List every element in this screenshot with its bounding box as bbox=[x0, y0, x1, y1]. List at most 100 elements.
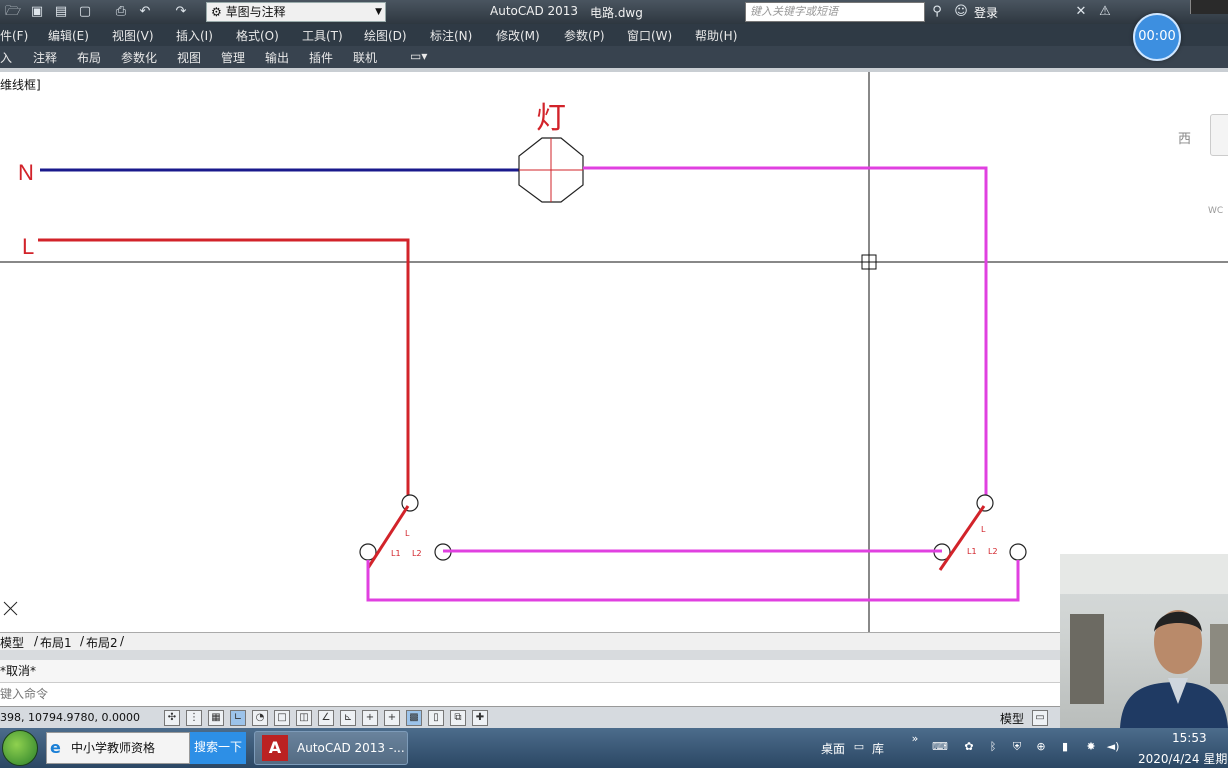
annotation-monitor-icon[interactable]: ✚ bbox=[472, 710, 488, 726]
toolbar-expand-icon[interactable]: » bbox=[908, 732, 922, 746]
right-switch-blade[interactable] bbox=[938, 505, 986, 571]
menu-dimension[interactable]: 标注(N) bbox=[430, 27, 472, 44]
ortho-icon[interactable]: ∟ bbox=[230, 710, 246, 726]
open-icon[interactable]: 🗁 bbox=[4, 3, 22, 21]
left-switch-common-label: L bbox=[405, 529, 410, 538]
start-button[interactable] bbox=[2, 730, 38, 766]
search-button[interactable]: 搜索一下 bbox=[190, 732, 246, 764]
live-wire[interactable] bbox=[38, 238, 410, 495]
undo-icon[interactable]: ↶ bbox=[136, 3, 154, 21]
menu-help[interactable]: 帮助(H) bbox=[695, 27, 737, 44]
menu-modify[interactable]: 修改(M) bbox=[496, 27, 540, 44]
tab-plugins[interactable]: 插件 bbox=[309, 49, 333, 66]
menu-window[interactable]: 窗口(W) bbox=[627, 27, 672, 44]
workspace-dropdown[interactable]: ⚙ 草图与注释 ▼ bbox=[206, 2, 386, 22]
tab-layout1-slash: / bbox=[34, 634, 39, 648]
infer-constraints-icon[interactable]: ✣ bbox=[164, 710, 180, 726]
help-search-input[interactable]: 键入关键字或短语 bbox=[745, 2, 925, 22]
polar-icon[interactable]: ◔ bbox=[252, 710, 268, 726]
autocad-window: { "titlebar": { "workspace": "草图与注释", "a… bbox=[0, 0, 1228, 768]
osnap-icon[interactable]: □ bbox=[274, 710, 290, 726]
viewcube-west-label[interactable]: 西 bbox=[1178, 128, 1191, 147]
menu-bar: 件(F) 编辑(E) 视图(V) 插入(I) 格式(O) 工具(T) 绘图(D)… bbox=[0, 24, 1228, 46]
clock-date[interactable]: 2020/4/24 星期 bbox=[1138, 750, 1227, 767]
ribbon-toggle-icon[interactable]: ▭▾ bbox=[410, 49, 427, 63]
browser-tab[interactable]: 中小学教师资格 bbox=[46, 732, 190, 764]
menu-view[interactable]: 视图(V) bbox=[112, 27, 154, 44]
model-space-toggle[interactable]: 模型 bbox=[1000, 710, 1024, 727]
redo-icon[interactable]: ↷ bbox=[172, 3, 190, 21]
desktop-toolbar[interactable]: 桌面 bbox=[821, 740, 845, 757]
menu-edit[interactable]: 编辑(E) bbox=[48, 27, 89, 44]
library-toolbar[interactable]: 库 bbox=[872, 740, 884, 757]
quick-properties-icon[interactable]: ▯ bbox=[428, 710, 444, 726]
window-controls[interactable] bbox=[1190, 0, 1228, 14]
ie-icon: e bbox=[50, 738, 61, 757]
exchange-icon[interactable]: ✕ bbox=[1072, 3, 1090, 21]
network-icon[interactable]: ✸ bbox=[1084, 740, 1098, 754]
autodesk-icon[interactable]: ⚠ bbox=[1096, 3, 1114, 21]
save-icon[interactable]: ▣ bbox=[28, 3, 46, 21]
lineweight-icon[interactable]: + bbox=[384, 710, 400, 726]
flower-icon[interactable]: ✿ bbox=[962, 740, 976, 754]
chevron-down-icon: ▼ bbox=[375, 7, 382, 17]
menu-tools[interactable]: 工具(T) bbox=[302, 27, 343, 44]
right-switch-l2-terminal[interactable] bbox=[1009, 543, 1027, 561]
volume-icon[interactable]: ◄) bbox=[1106, 740, 1120, 754]
menu-parametric[interactable]: 参数(P) bbox=[564, 27, 605, 44]
lamp-to-right-switch-wire[interactable] bbox=[583, 166, 988, 495]
command-splitter[interactable] bbox=[0, 650, 1060, 660]
selection-cycling-icon[interactable]: ⧉ bbox=[450, 710, 466, 726]
transparency-icon[interactable]: ▩ bbox=[406, 710, 422, 726]
coordinate-readout[interactable]: 398, 10794.9780, 0.0000 bbox=[0, 711, 140, 724]
shield-icon[interactable]: ⛨ bbox=[1010, 740, 1024, 754]
layout-quickview-icon[interactable]: ▭ bbox=[1032, 710, 1048, 726]
left-switch-blade[interactable] bbox=[366, 505, 410, 569]
clock-time[interactable]: 15:53 bbox=[1172, 731, 1207, 745]
binoculars-icon[interactable]: ⚲ bbox=[928, 3, 946, 21]
right-switch-common-terminal[interactable] bbox=[976, 494, 994, 512]
tab-parametric[interactable]: 参数化 bbox=[121, 49, 157, 66]
traveler-wire-lower[interactable] bbox=[366, 560, 1020, 602]
dyn-icon[interactable]: + bbox=[362, 710, 378, 726]
bluetooth-icon[interactable]: ᛒ bbox=[986, 740, 1000, 754]
tab-insert[interactable]: 入 bbox=[0, 49, 12, 66]
tab-layout1[interactable]: 布局1 bbox=[40, 634, 72, 651]
command-input[interactable]: 键入命令 bbox=[0, 682, 1060, 704]
menu-format[interactable]: 格式(O) bbox=[236, 27, 279, 44]
tab-view[interactable]: 视图 bbox=[177, 49, 201, 66]
save-as-icon[interactable]: ▤ bbox=[52, 3, 70, 21]
grid-icon[interactable]: ▦ bbox=[208, 710, 224, 726]
presenter-webcam bbox=[1060, 554, 1228, 728]
tab-model[interactable]: 模型 bbox=[0, 634, 24, 651]
3d-osnap-icon[interactable]: ◫ bbox=[296, 710, 312, 726]
menu-file[interactable]: 件(F) bbox=[0, 27, 28, 44]
workspace-gear-icon: ⚙ bbox=[211, 5, 222, 19]
otrack-icon[interactable]: ∠ bbox=[318, 710, 334, 726]
wcs-menu[interactable]: WC bbox=[1208, 206, 1223, 216]
ribbon-tabs: 入 注释 布局 参数化 视图 管理 输出 插件 联机 ▭▾ bbox=[0, 46, 1228, 68]
left-switch-common-terminal[interactable] bbox=[401, 494, 419, 512]
viewcube[interactable] bbox=[1210, 114, 1228, 156]
viewport-label[interactable]: 维线框] bbox=[0, 76, 41, 93]
tab-layout[interactable]: 布局 bbox=[77, 49, 101, 66]
keyboard-icon[interactable]: ⌨ bbox=[932, 740, 948, 754]
plus-icon[interactable]: ⊕ bbox=[1034, 740, 1048, 754]
tab-output[interactable]: 输出 bbox=[265, 49, 289, 66]
menu-draw[interactable]: 绘图(D) bbox=[364, 27, 407, 44]
menu-insert[interactable]: 插入(I) bbox=[176, 27, 213, 44]
tab-annotate[interactable]: 注释 bbox=[33, 49, 57, 66]
snap-icon[interactable]: ⋮ bbox=[186, 710, 202, 726]
login-link[interactable]: 登录 bbox=[974, 4, 998, 21]
tab-online[interactable]: 联机 bbox=[353, 49, 377, 66]
tab-manage[interactable]: 管理 bbox=[221, 49, 245, 66]
print-icon[interactable]: ⎙ bbox=[112, 3, 130, 21]
drawing-canvas[interactable]: 灯 N L L L1 L2 L L1 L2 bbox=[0, 72, 1228, 632]
device-icon[interactable]: ▮ bbox=[1058, 740, 1072, 754]
ducs-icon[interactable]: ⊾ bbox=[340, 710, 356, 726]
tab-layout2[interactable]: 布局2 bbox=[86, 634, 118, 651]
plot-preview-icon[interactable]: ▢ bbox=[76, 3, 94, 21]
recording-timer[interactable]: 00:00 bbox=[1133, 13, 1181, 61]
live-label: L bbox=[22, 234, 34, 259]
user-icon: ☺ bbox=[954, 4, 968, 19]
